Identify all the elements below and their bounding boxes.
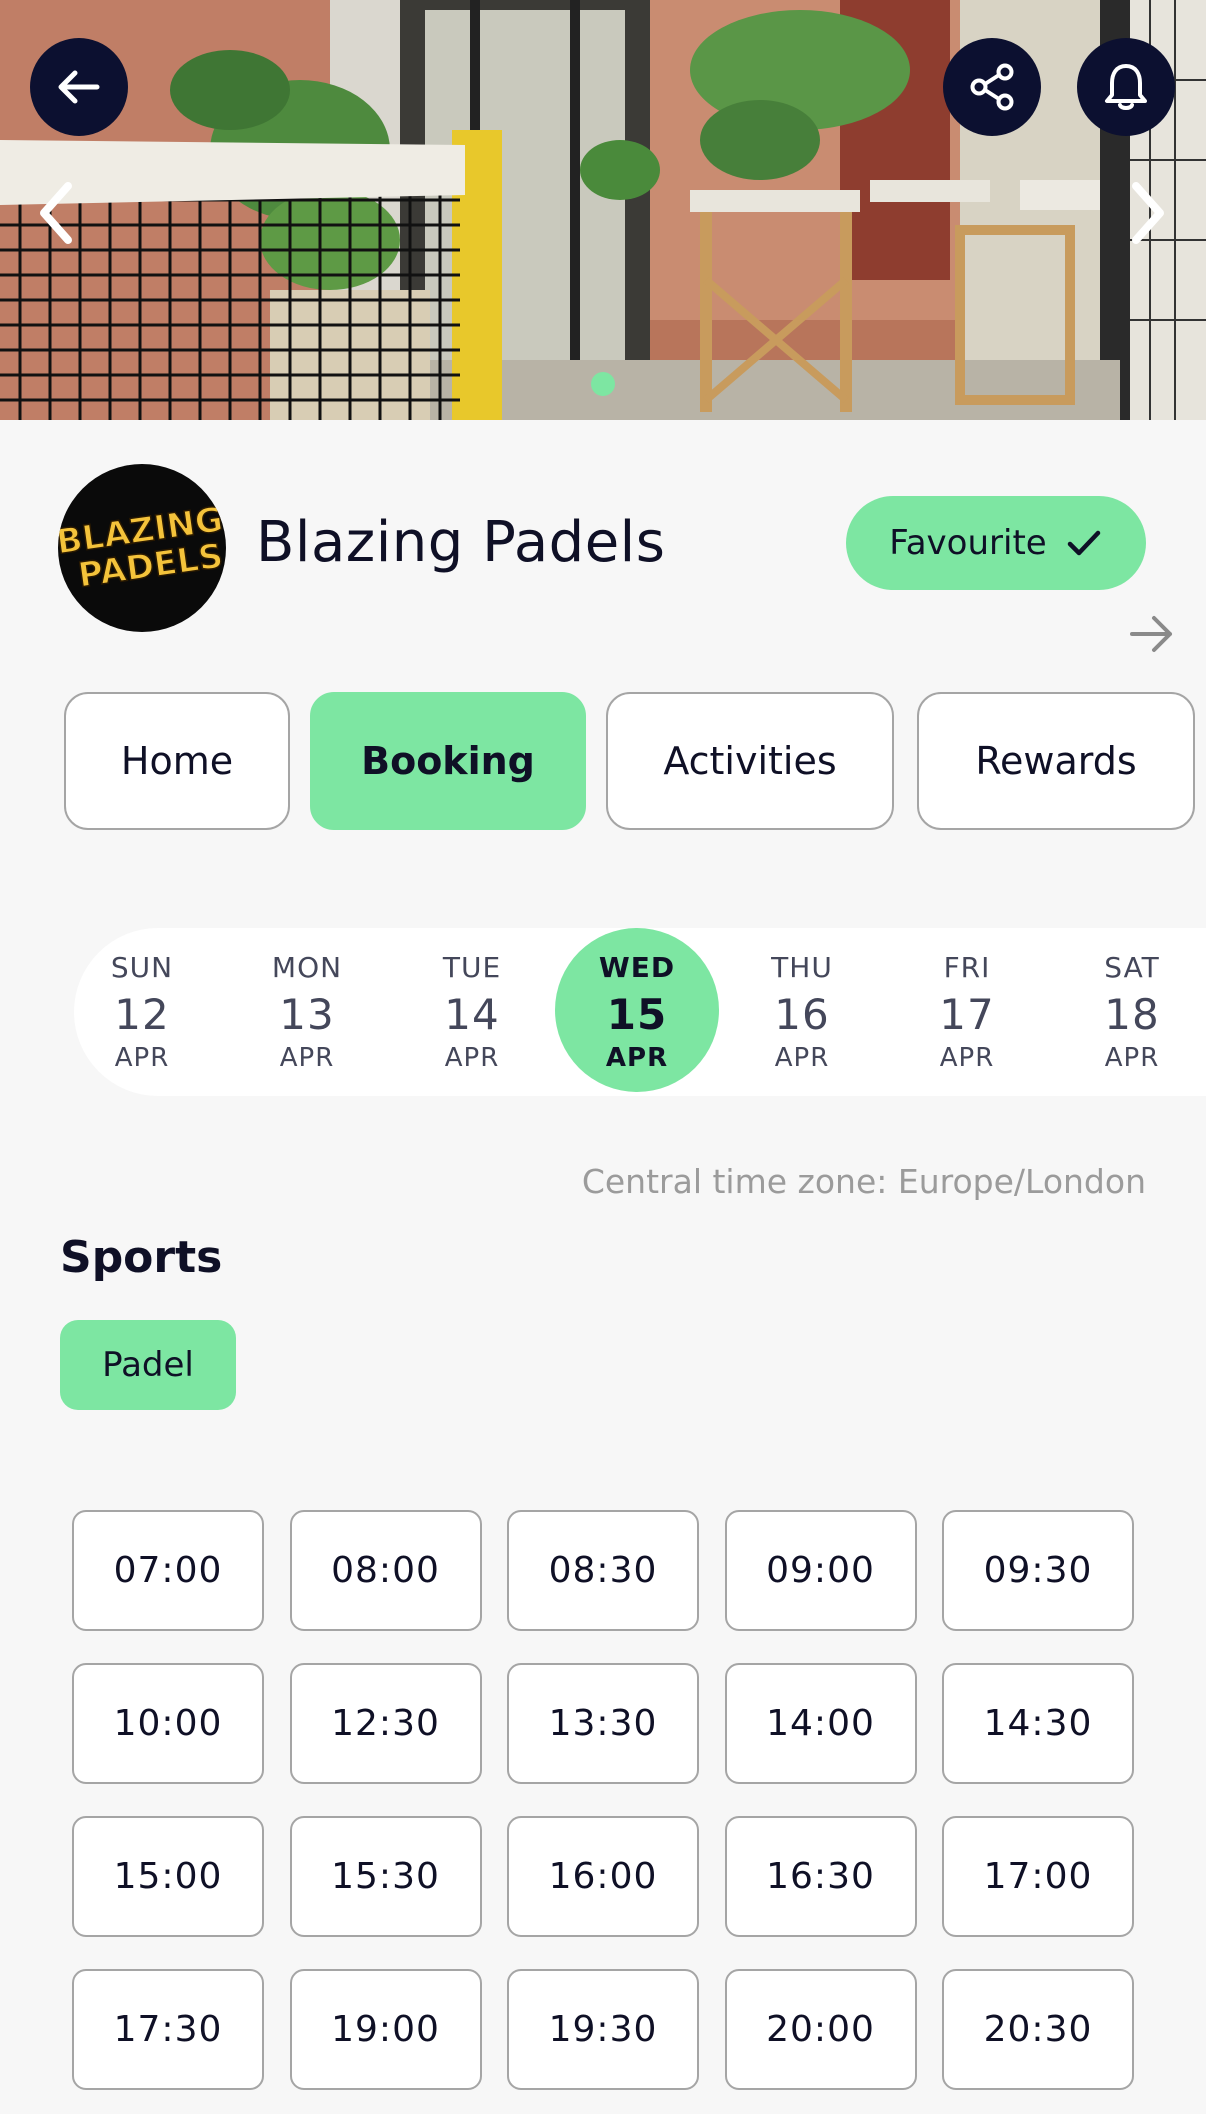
day-of-week: TUE xyxy=(442,951,502,984)
chevron-right-icon xyxy=(1132,182,1164,244)
day-sun-12[interactable]: SUN 12 APR xyxy=(59,928,225,1096)
notifications-button[interactable] xyxy=(1077,38,1175,136)
time-slot[interactable]: 14:00 xyxy=(724,1663,917,1784)
club-logo: BLAZING PADELS xyxy=(58,464,226,632)
day-of-week: WED xyxy=(598,951,676,984)
tab-activities[interactable]: Activities xyxy=(606,692,894,830)
day-mon-13[interactable]: MON 13 APR xyxy=(224,928,390,1096)
time-slot[interactable]: 20:00 xyxy=(724,1969,917,2090)
day-number: 15 xyxy=(606,990,668,1039)
day-of-week: THU xyxy=(771,951,833,984)
day-of-week: SAT xyxy=(1104,951,1160,984)
club-booking-screen: BLAZING PADELS Blazing Padels Favourite … xyxy=(0,0,1206,2114)
day-wed-15-selected[interactable]: WED 15 APR xyxy=(554,928,720,1096)
favourite-label: Favourite xyxy=(889,523,1047,563)
timezone-note: Central time zone: Europe/London xyxy=(581,1162,1146,1201)
arrow-right-icon[interactable] xyxy=(1128,612,1176,656)
chevron-left-icon xyxy=(40,182,72,244)
day-thu-16[interactable]: THU 16 APR xyxy=(719,928,885,1096)
favourite-button[interactable]: Favourite xyxy=(846,496,1146,590)
next-photo-button[interactable] xyxy=(1122,178,1172,248)
time-slot[interactable]: 15:00 xyxy=(72,1816,264,1937)
time-slot[interactable]: 09:30 xyxy=(942,1510,1134,1631)
blazing-padels-logo: BLAZING PADELS xyxy=(58,499,226,597)
day-number: 14 xyxy=(444,990,500,1039)
day-fri-17[interactable]: FRI 17 APR xyxy=(884,928,1050,1096)
time-slot[interactable]: 16:00 xyxy=(507,1816,699,1937)
day-month: APR xyxy=(605,1043,669,1073)
time-slot[interactable]: 07:00 xyxy=(72,1510,264,1631)
back-button[interactable] xyxy=(30,38,128,136)
day-number: 12 xyxy=(114,990,170,1039)
day-month: APR xyxy=(939,1043,995,1073)
tab-rewards[interactable]: Rewards xyxy=(917,692,1195,830)
time-slot[interactable]: 15:30 xyxy=(289,1816,482,1937)
day-sat-18[interactable]: SAT 18 APR xyxy=(1049,928,1206,1096)
day-month: APR xyxy=(114,1043,170,1073)
time-slot[interactable]: 08:30 xyxy=(507,1510,699,1631)
check-icon xyxy=(1067,530,1100,556)
time-slot[interactable]: 08:00 xyxy=(289,1510,482,1631)
sports-heading: Sports xyxy=(60,1232,223,1283)
day-number: 16 xyxy=(774,990,830,1039)
day-number: 18 xyxy=(1104,990,1160,1039)
tab-home[interactable]: Home xyxy=(64,692,290,830)
time-slot[interactable]: 17:30 xyxy=(72,1969,264,2090)
time-slot-grid: 07:00 08:00 08:30 09:00 09:30 10:00 12:3… xyxy=(72,1510,1134,2090)
time-slot[interactable]: 16:30 xyxy=(724,1816,917,1937)
time-slot[interactable]: 20:30 xyxy=(942,1969,1134,2090)
day-month: APR xyxy=(1104,1043,1160,1073)
day-month: APR xyxy=(279,1043,335,1073)
time-slot[interactable]: 13:30 xyxy=(507,1663,699,1784)
time-slot[interactable]: 12:30 xyxy=(289,1663,482,1784)
day-of-week: SUN xyxy=(110,951,174,984)
day-month: APR xyxy=(774,1043,830,1073)
time-slot[interactable]: 19:30 xyxy=(507,1969,699,2090)
time-slot[interactable]: 09:00 xyxy=(724,1510,917,1631)
time-slot[interactable]: 14:30 xyxy=(942,1663,1134,1784)
sport-chip-padel[interactable]: Padel xyxy=(60,1320,236,1410)
share-icon xyxy=(970,63,1014,111)
time-slot[interactable]: 19:00 xyxy=(289,1969,482,2090)
time-slot[interactable]: 10:00 xyxy=(72,1663,264,1784)
day-number: 13 xyxy=(279,990,335,1039)
carousel-indicator-dot[interactable] xyxy=(591,372,615,396)
bell-icon xyxy=(1105,64,1147,110)
tab-booking[interactable]: Booking xyxy=(310,692,586,830)
day-number: 17 xyxy=(939,990,995,1039)
day-tue-14[interactable]: TUE 14 APR xyxy=(389,928,555,1096)
arrow-left-icon xyxy=(58,70,100,104)
day-of-week: MON xyxy=(271,951,343,984)
share-button[interactable] xyxy=(943,38,1041,136)
previous-photo-button[interactable] xyxy=(32,178,82,248)
time-slot[interactable]: 17:00 xyxy=(942,1816,1134,1937)
day-of-week: FRI xyxy=(943,951,991,984)
club-name: Blazing Padels xyxy=(256,510,666,575)
hero-carousel[interactable] xyxy=(0,0,1206,420)
day-month: APR xyxy=(444,1043,500,1073)
